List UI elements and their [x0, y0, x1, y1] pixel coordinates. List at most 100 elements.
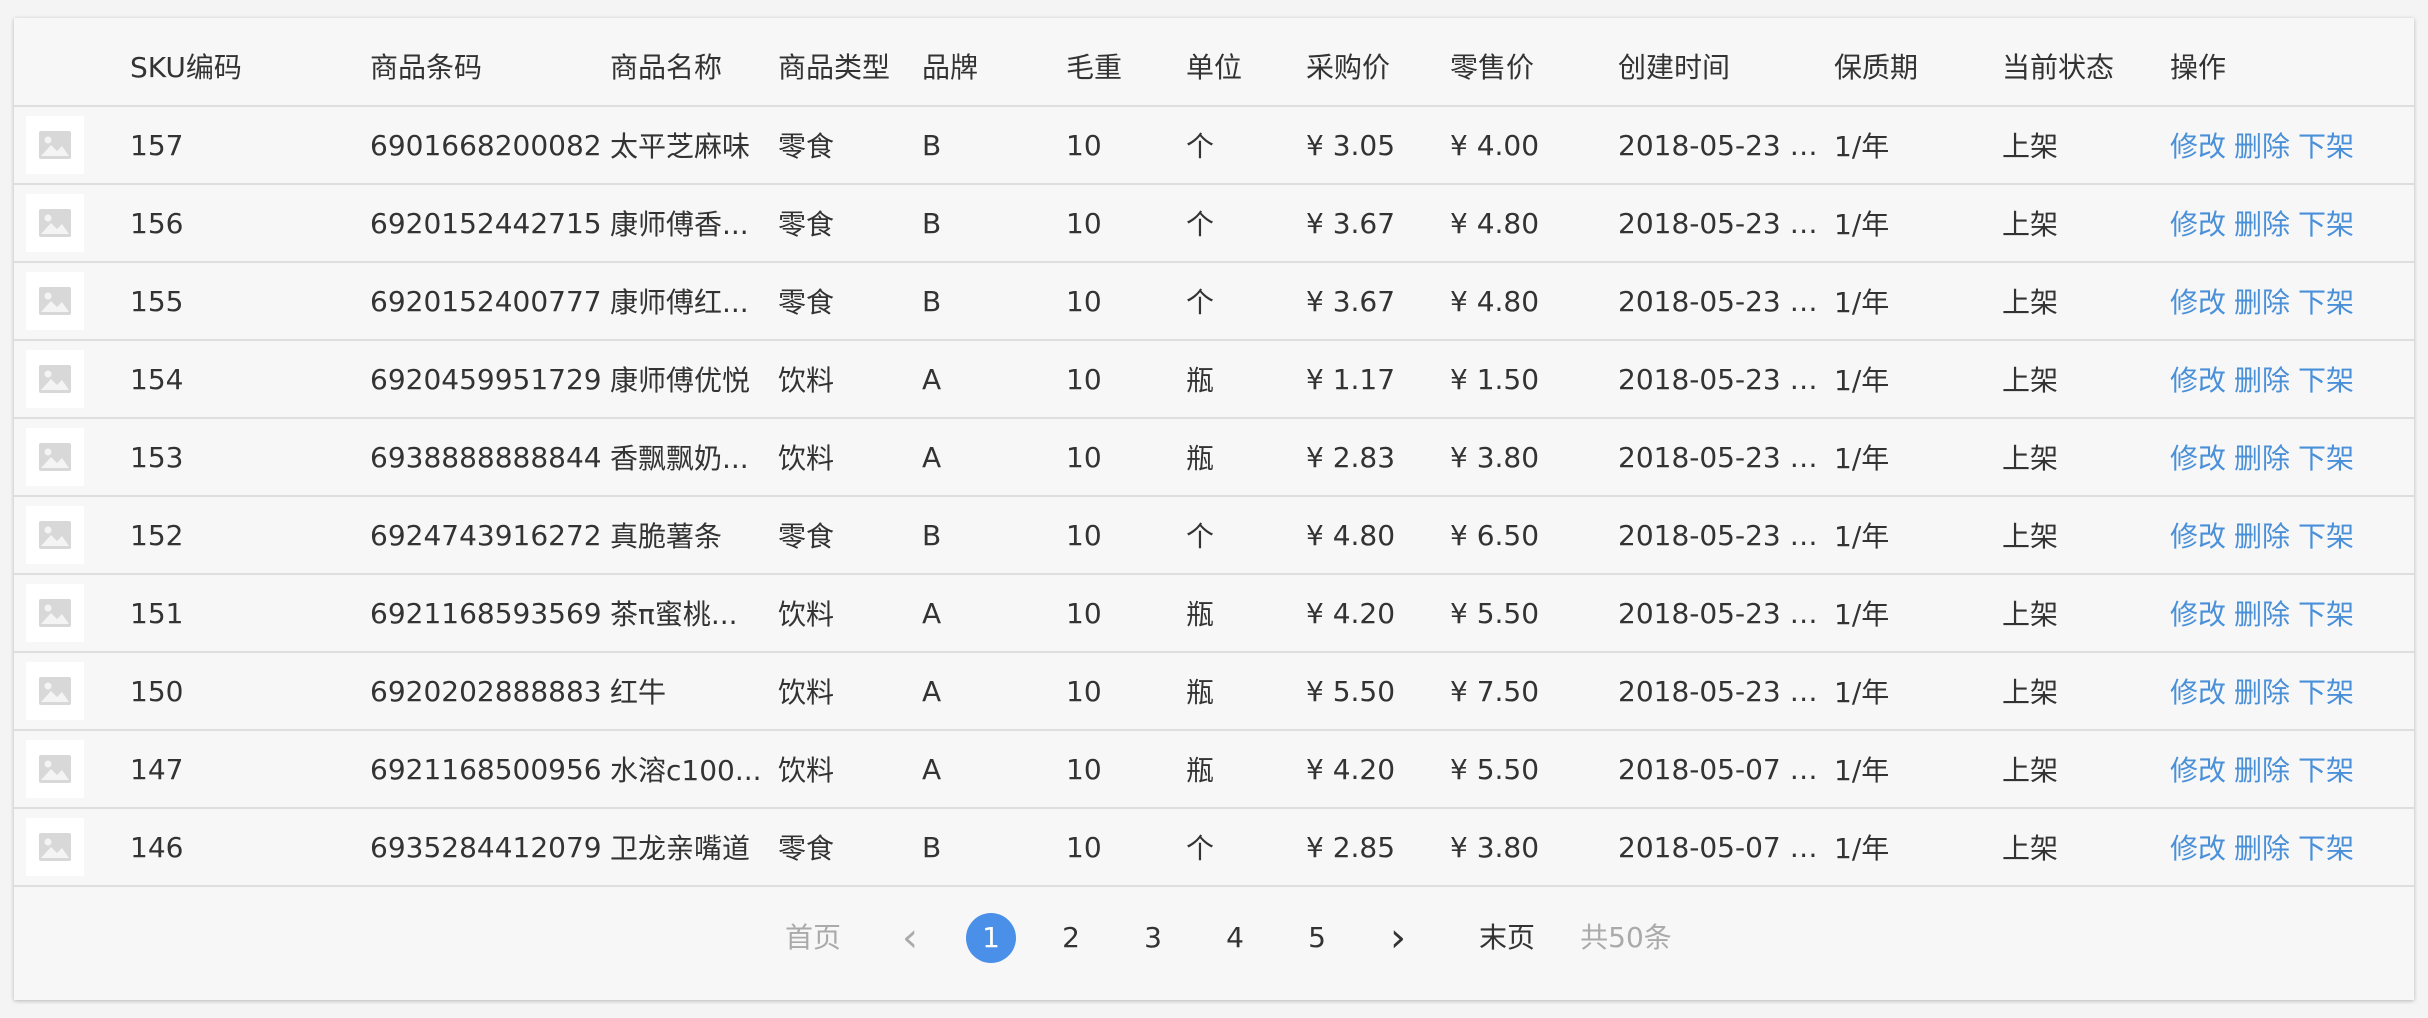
cell-actions: 修改 删除 下架: [2170, 418, 2414, 496]
delete-link[interactable]: 删除: [2234, 832, 2290, 865]
page-button-4[interactable]: 4: [1210, 908, 1260, 968]
table-row: 150 6920202888883 红牛 饮料 A 10 瓶 ¥ 5.50 ¥ 7.50 2018…: [14, 652, 2414, 730]
cell-cost: ¥ 4.80: [1306, 518, 1396, 552]
cell-status: 上架: [2002, 754, 2059, 787]
edit-link[interactable]: 修改: [2170, 520, 2226, 553]
offshelf-link[interactable]: 下架: [2298, 598, 2354, 631]
table-row: 147 6921168500956 水溶c100... 饮料 A 10 瓶 ¥ 4.20 ¥ 5…: [14, 730, 2414, 808]
cell-actions: 修改 删除 下架: [2170, 106, 2414, 184]
cell-weight: 10: [1066, 596, 1102, 630]
offshelf-link[interactable]: 下架: [2298, 286, 2354, 319]
thumbnail-cell: [14, 106, 130, 184]
cell-brand: A: [922, 752, 942, 786]
cell-cost: ¥ 2.83: [1306, 440, 1396, 474]
page-button-3[interactable]: 3: [1128, 908, 1178, 968]
cell-brand: A: [922, 440, 942, 474]
page-button-2[interactable]: 2: [1046, 908, 1096, 968]
chevron-left-icon[interactable]: ‹: [890, 908, 930, 968]
edit-link[interactable]: 修改: [2170, 598, 2226, 631]
cell-barcode: 6920202888883: [370, 674, 602, 708]
edit-link[interactable]: 修改: [2170, 832, 2226, 865]
image-placeholder-icon[interactable]: [26, 272, 84, 330]
column-header-barcode: 商品条码: [370, 50, 483, 84]
total-count: 共50条: [1580, 921, 1672, 954]
image-placeholder-icon[interactable]: [26, 740, 84, 798]
offshelf-link[interactable]: 下架: [2298, 520, 2354, 553]
cell-name: 水溶c100...: [610, 754, 762, 787]
offshelf-link[interactable]: 下架: [2298, 676, 2354, 709]
page-button-5[interactable]: 5: [1292, 908, 1342, 968]
offshelf-link[interactable]: 下架: [2298, 208, 2354, 241]
cell-actions: 修改 删除 下架: [2170, 730, 2414, 808]
column-header-name: 商品名称: [610, 50, 723, 84]
edit-link[interactable]: 修改: [2170, 208, 2226, 241]
edit-link[interactable]: 修改: [2170, 364, 2226, 397]
cell-actions: 修改 删除 下架: [2170, 262, 2414, 340]
cell-barcode: 6920459951729: [370, 362, 602, 396]
image-placeholder-icon[interactable]: [26, 116, 84, 174]
edit-link[interactable]: 修改: [2170, 754, 2226, 787]
cell-brand: B: [922, 206, 942, 240]
edit-link[interactable]: 修改: [2170, 442, 2226, 475]
cell-created: 2018-05-23 0...: [1618, 674, 1834, 708]
chevron-right-icon[interactable]: ›: [1378, 908, 1418, 968]
offshelf-link[interactable]: 下架: [2298, 130, 2354, 163]
delete-link[interactable]: 删除: [2234, 676, 2290, 709]
column-header-cost: 采购价: [1306, 50, 1391, 84]
cell-brand: A: [922, 674, 942, 708]
edit-link[interactable]: 修改: [2170, 130, 2226, 163]
delete-link[interactable]: 删除: [2234, 442, 2290, 475]
offshelf-link[interactable]: 下架: [2298, 364, 2354, 397]
delete-link[interactable]: 删除: [2234, 130, 2290, 163]
cell-name: 太平芝麻味: [610, 130, 751, 163]
cell-actions: 修改 删除 下架: [2170, 496, 2414, 574]
cell-shelf-life: 1/年: [1834, 676, 1890, 709]
cell-unit: 瓶: [1186, 598, 1215, 631]
edit-link[interactable]: 修改: [2170, 676, 2226, 709]
cell-shelf-life: 1/年: [1834, 442, 1890, 475]
cell-created: 2018-05-23 0...: [1618, 440, 1834, 474]
thumbnail-cell: [14, 808, 130, 886]
cell-brand: A: [922, 596, 942, 630]
delete-link[interactable]: 删除: [2234, 364, 2290, 397]
table-row: 151 6921168593569 茶π蜜桃... 饮料 A 10 瓶 ¥ 4.20 ¥ 5.5…: [14, 574, 2414, 652]
cell-weight: 10: [1066, 362, 1102, 396]
image-placeholder-icon[interactable]: [26, 350, 84, 408]
image-placeholder-icon[interactable]: [26, 662, 84, 720]
thumbnail-cell: [14, 652, 130, 730]
cell-status: 上架: [2002, 208, 2059, 241]
cell-shelf-life: 1/年: [1834, 130, 1890, 163]
delete-link[interactable]: 删除: [2234, 520, 2290, 553]
offshelf-link[interactable]: 下架: [2298, 832, 2354, 865]
cell-price: ¥ 5.50: [1450, 752, 1540, 786]
cell-weight: 10: [1066, 440, 1102, 474]
cell-actions: 修改 删除 下架: [2170, 808, 2414, 886]
delete-link[interactable]: 删除: [2234, 286, 2290, 319]
cell-shelf-life: 1/年: [1834, 598, 1890, 631]
delete-link[interactable]: 删除: [2234, 598, 2290, 631]
image-placeholder-icon[interactable]: [26, 506, 84, 564]
image-placeholder-icon[interactable]: [26, 194, 84, 252]
delete-link[interactable]: 删除: [2234, 208, 2290, 241]
thumbnail-cell: [14, 730, 130, 808]
cell-unit: 瓶: [1186, 676, 1215, 709]
image-placeholder-icon[interactable]: [26, 818, 84, 876]
last-page-button[interactable]: 末页: [1472, 908, 1542, 968]
cell-type: 饮料: [778, 676, 835, 709]
column-header-shelf-life: 保质期: [1834, 50, 1919, 84]
offshelf-link[interactable]: 下架: [2298, 442, 2354, 475]
offshelf-link[interactable]: 下架: [2298, 754, 2354, 787]
image-placeholder-icon[interactable]: [26, 584, 84, 642]
cell-actions: 修改 删除 下架: [2170, 184, 2414, 262]
cell-barcode: 6921168593569: [370, 596, 602, 630]
cell-price: ¥ 5.50: [1450, 596, 1540, 630]
first-page-button[interactable]: 首页: [778, 908, 848, 968]
cell-price: ¥ 7.50: [1450, 674, 1540, 708]
page-button-1[interactable]: 1: [966, 913, 1016, 963]
delete-link[interactable]: 删除: [2234, 754, 2290, 787]
cell-brand: A: [922, 362, 942, 396]
image-placeholder-icon[interactable]: [26, 428, 84, 486]
cell-name: 卫龙亲嘴道: [610, 832, 751, 865]
cell-created: 2018-05-23 0...: [1618, 206, 1834, 240]
edit-link[interactable]: 修改: [2170, 286, 2226, 319]
